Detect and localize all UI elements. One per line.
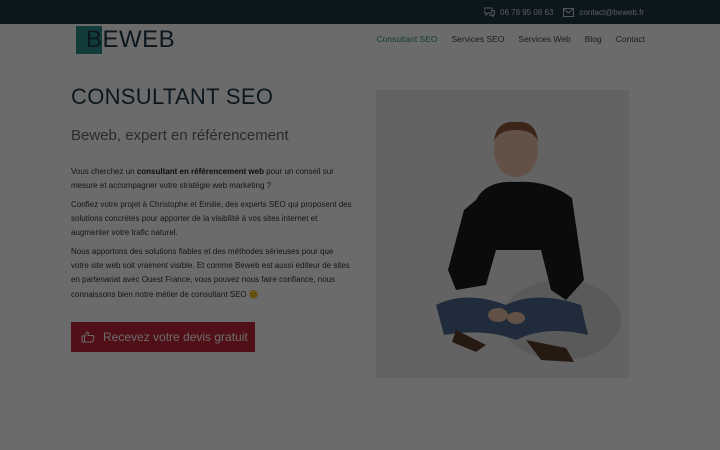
- intro-text-start: Vous cherchez un: [71, 167, 137, 176]
- page-title: CONSULTANT SEO: [71, 84, 274, 109]
- team-paragraph: Confiez votre projet à Christophe et Emi…: [71, 200, 352, 238]
- envelope-icon: [563, 7, 575, 17]
- quote-request-button[interactable]: Recevez votre devis gratuit: [71, 322, 255, 352]
- quote-request-label: Recevez votre devis gratuit: [103, 330, 248, 344]
- consultant-photo: [376, 90, 629, 378]
- top-contact-bar: 06 78 95 06 63 contact@beweb.fr: [0, 0, 720, 24]
- trust-paragraph: Nous apportons des solutions fiables et …: [71, 247, 350, 299]
- site-header: BEWEB Consultant SEO Services SEO Servic…: [0, 24, 720, 60]
- nav-item-services-seo[interactable]: Services SEO: [452, 34, 505, 44]
- phone-number: 06 78 95 06 63: [500, 7, 554, 17]
- consultant-portrait-image: [376, 90, 629, 378]
- nav-item-contact[interactable]: Contact: [616, 34, 645, 44]
- email-contact[interactable]: contact@beweb.fr: [563, 8, 644, 17]
- intro-text-bold: consultant en référencement web: [136, 167, 264, 176]
- nav-item-blog[interactable]: Blog: [585, 34, 602, 44]
- email-address: contact@beweb.fr: [579, 7, 644, 17]
- intro-paragraph: Vous cherchez un consultant en référence…: [71, 165, 353, 193]
- site-logo[interactable]: BEWEB: [76, 26, 175, 54]
- main-nav: Consultant SEO Services SEO Services Web…: [377, 34, 645, 44]
- nav-item-consultant-seo[interactable]: Consultant SEO: [377, 34, 438, 44]
- thumbs-up-icon: [81, 331, 95, 343]
- logo-text: BEWEB: [86, 26, 176, 53]
- nav-item-services-web[interactable]: Services Web: [518, 34, 570, 44]
- page-subtitle: Beweb, expert en référencement: [71, 127, 289, 144]
- phone-contact[interactable]: 06 78 95 06 63: [484, 7, 553, 17]
- chat-bubbles-icon: [484, 7, 495, 17]
